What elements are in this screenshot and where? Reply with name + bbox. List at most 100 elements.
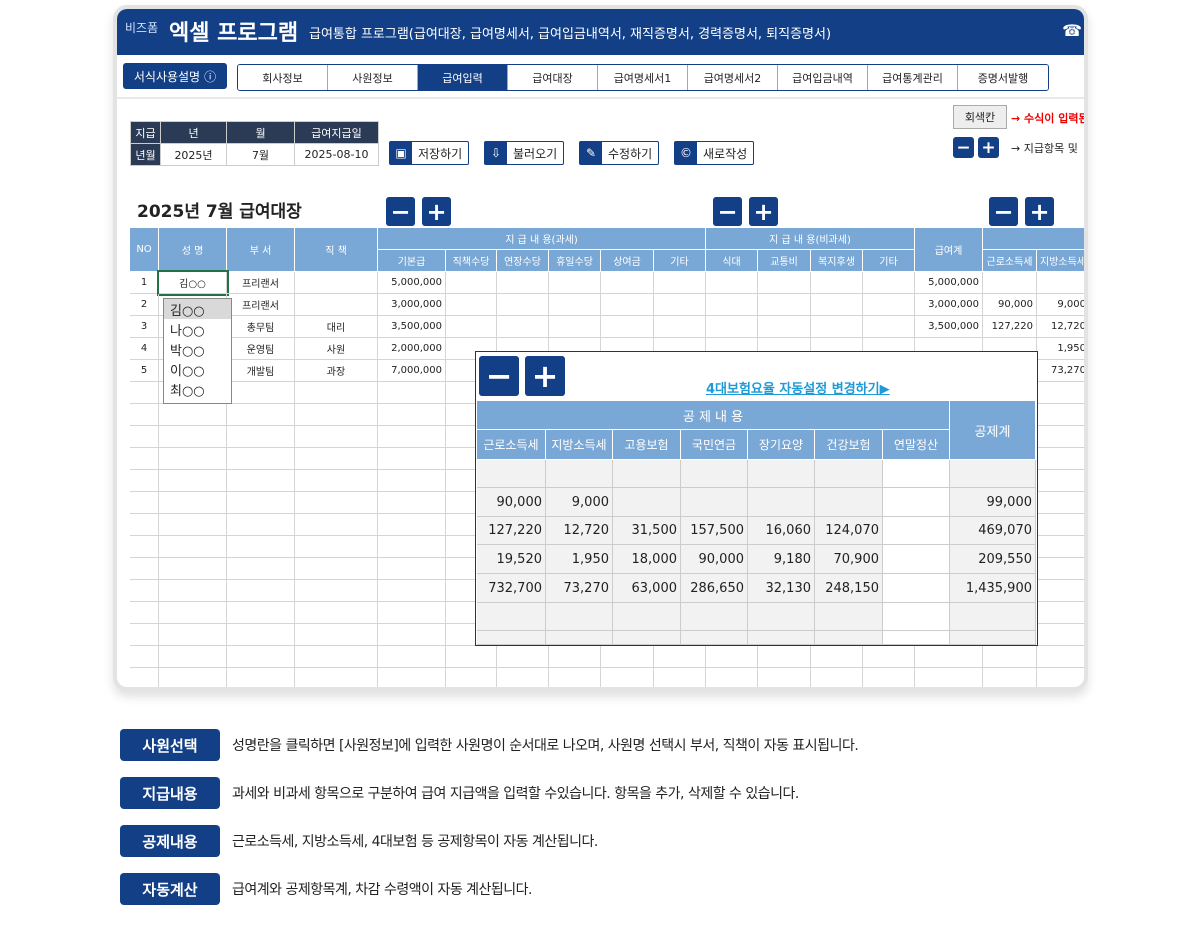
grid-cell[interactable] [227,470,295,492]
grid-cell[interactable] [811,294,863,316]
grid-cell[interactable] [378,580,446,602]
grid-cell[interactable] [227,426,295,448]
name-dropdown[interactable]: 김○○ 나○○ 박○○ 이○○ 최○○ [163,298,232,404]
grid-cell[interactable] [1037,448,1084,470]
grid-cell[interactable]: 대리 [295,316,378,338]
grid-cell[interactable] [446,294,497,316]
grid-cell[interactable] [130,404,159,426]
grid-cell[interactable] [497,272,549,294]
taxable-plus-button[interactable]: + [422,197,451,226]
grid-cell[interactable] [1037,536,1084,558]
grid-cell[interactable] [295,646,378,668]
grid-cell[interactable] [130,602,159,624]
grid-cell[interactable]: 프리랜서 [227,294,295,316]
grid-cell[interactable] [159,514,227,536]
tab-6[interactable]: 급여입금내역 [778,65,868,90]
grid-cell[interactable] [130,668,159,687]
taxable-minus-button[interactable]: − [386,197,415,226]
grid-cell[interactable] [159,668,227,687]
grid-cell[interactable] [706,668,758,687]
grid-cell[interactable] [295,602,378,624]
grid-cell[interactable] [159,470,227,492]
grid-cell[interactable] [1037,382,1084,404]
tab-8[interactable]: 증명서발행 [958,65,1048,90]
grid-cell[interactable] [863,316,915,338]
grid-cell[interactable] [295,382,378,404]
grid-cell[interactable] [130,426,159,448]
grid-cell[interactable] [1037,426,1084,448]
grid-cell[interactable] [601,646,654,668]
tab-1[interactable]: 사원정보 [328,65,418,90]
grid-cell[interactable] [1037,580,1084,602]
grid-cell[interactable]: 5,000,000 [378,272,446,294]
grid-cell[interactable] [863,668,915,687]
grid-cell[interactable] [130,470,159,492]
grid-cell[interactable] [227,492,295,514]
grid-cell[interactable] [811,668,863,687]
grid-cell[interactable] [1037,492,1084,514]
grid-cell[interactable] [295,294,378,316]
tab-0[interactable]: 회사정보 [238,65,328,90]
grid-cell[interactable] [295,272,378,294]
grid-cell[interactable] [227,668,295,687]
grid-cell[interactable]: 3,000,000 [378,294,446,316]
year-field[interactable]: 2025년 [160,143,227,166]
grid-cell[interactable] [758,316,811,338]
grid-cell[interactable] [549,272,601,294]
grid-cell[interactable]: 개발팀 [227,360,295,382]
grid-cell[interactable] [446,646,497,668]
grid-cell[interactable]: 3,500,000 [915,316,983,338]
grid-cell[interactable] [549,294,601,316]
grid-cell[interactable] [1037,646,1084,668]
grid-cell[interactable]: 운영팀 [227,338,295,360]
grid-cell[interactable] [1037,558,1084,580]
grid-cell[interactable] [159,426,227,448]
popup-minus-button[interactable]: − [479,356,519,396]
date-field[interactable]: 2025-08-10 [294,143,379,166]
grid-cell[interactable]: 12,720 [1037,316,1084,338]
tab-3[interactable]: 급여대장 [508,65,598,90]
grid-cell[interactable] [295,492,378,514]
grid-cell[interactable]: 프리랜서 [227,272,295,294]
insurance-rate-link[interactable]: 4대보험요율 자동설정 변경하기▶ [706,378,890,397]
grid-cell[interactable] [758,294,811,316]
popup-plus-button[interactable]: + [525,356,565,396]
grid-cell[interactable] [601,668,654,687]
nontax-plus-button[interactable]: + [749,197,778,226]
dropdown-option[interactable]: 최○○ [164,379,231,399]
dropdown-option[interactable]: 박○○ [164,339,231,359]
tab-2[interactable]: 급여입력 [418,65,508,90]
grid-cell[interactable] [130,536,159,558]
grid-cell[interactable] [159,602,227,624]
grid-cell[interactable] [654,646,706,668]
grid-cell[interactable] [378,602,446,624]
grid-cell[interactable] [378,514,446,536]
grid-cell[interactable] [130,514,159,536]
grid-cell[interactable] [601,272,654,294]
grid-cell[interactable]: 총무팀 [227,316,295,338]
grid-cell[interactable] [130,492,159,514]
grid-cell[interactable] [497,294,549,316]
grid-cell[interactable] [863,294,915,316]
grid-cell[interactable] [549,668,601,687]
grid-cell[interactable] [227,624,295,646]
grid-cell[interactable] [130,646,159,668]
grid-cell[interactable] [227,580,295,602]
month-field[interactable]: 7월 [226,143,295,166]
grid-cell[interactable] [758,668,811,687]
grid-cell[interactable] [706,316,758,338]
grid-cell[interactable]: 3,000,000 [915,294,983,316]
grid-cell[interactable] [295,536,378,558]
grid-cell[interactable] [130,624,159,646]
grid-cell[interactable] [446,272,497,294]
grid-cell[interactable] [378,492,446,514]
dropdown-option[interactable]: 나○○ [164,319,231,339]
new-button[interactable]: © 새로작성 [674,141,755,165]
grid-cell[interactable] [295,558,378,580]
grid-cell[interactable] [159,536,227,558]
grid-cell[interactable]: 사원 [295,338,378,360]
grid-cell[interactable] [378,624,446,646]
grid-cell[interactable] [130,448,159,470]
grid-cell[interactable] [227,404,295,426]
grid-cell[interactable] [159,646,227,668]
